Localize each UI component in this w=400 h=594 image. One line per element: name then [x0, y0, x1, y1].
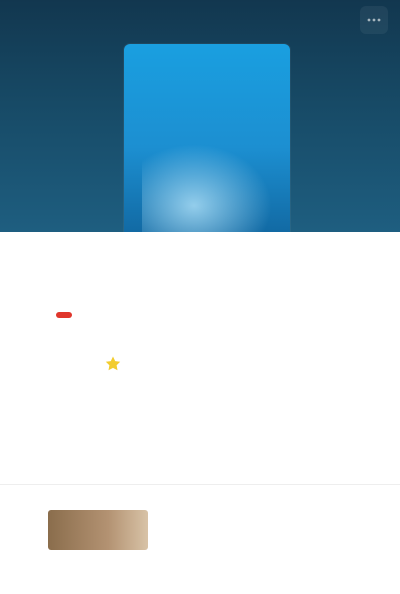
related-thumbnail: [48, 510, 148, 550]
rating-row: [56, 304, 346, 326]
related-card[interactable]: [48, 510, 348, 570]
status-badge: [56, 312, 72, 318]
hero-banner: [0, 0, 400, 232]
cover-art[interactable]: [124, 44, 290, 232]
title-block: [0, 240, 400, 248]
more-icon[interactable]: [360, 6, 388, 34]
top-bar: [0, 0, 400, 40]
app-page: [0, 0, 400, 594]
cover-art-highlight: [142, 144, 272, 232]
author-row[interactable]: [104, 352, 304, 380]
star-icon: [104, 355, 122, 378]
section-divider: [0, 484, 400, 485]
